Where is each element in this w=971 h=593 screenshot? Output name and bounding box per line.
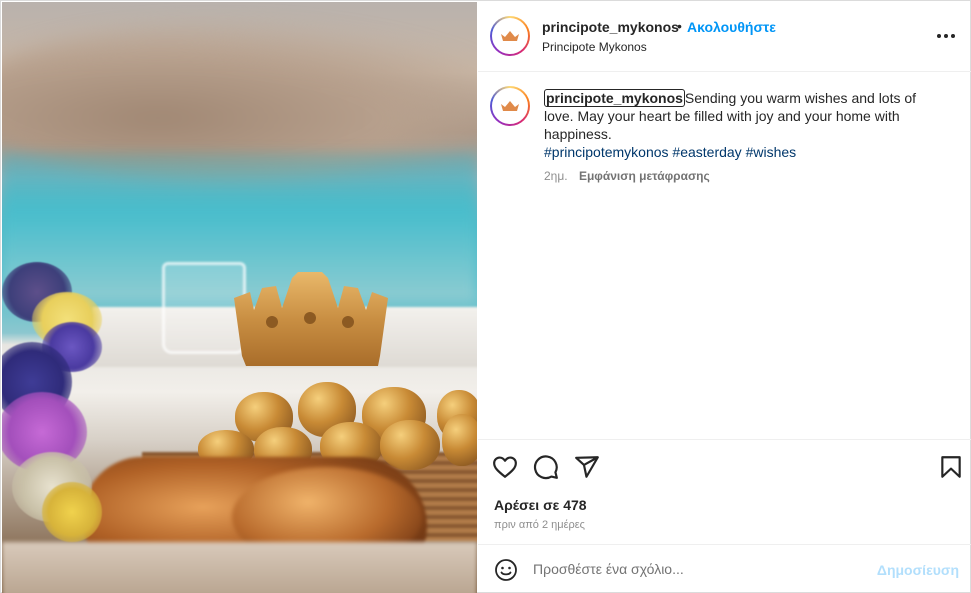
post-photo[interactable] [2,2,477,593]
location-link[interactable]: Principote Mykonos [542,40,647,54]
separator-dot: • [677,18,682,34]
hashtag-link[interactable]: #wishes [746,144,797,160]
post-date: πριν από 2 ημέρες [494,519,585,531]
avatar-inner [492,18,528,54]
avatar[interactable] [490,16,530,56]
likes-count[interactable]: Αρέσει σε 478 [494,497,587,513]
post-details-panel: principote_mykonos • Ακολουθήστε Princip… [478,2,971,593]
add-comment-bar: Δημοσίευση [478,544,971,593]
avatar-inner [492,88,528,124]
crown-logo-icon [501,31,519,41]
see-translation-button[interactable]: Εμφάνιση μετάφρασης [579,169,710,183]
publish-button[interactable]: Δημοσίευση [877,562,959,578]
follow-button[interactable]: Ακολουθήστε [687,19,776,35]
photo-flowers [2,252,122,552]
photo-easter-egg [380,420,440,470]
caption-time: 2ημ. [544,169,568,183]
share-icon[interactable] [574,454,600,480]
comment-icon[interactable] [533,454,559,480]
crown-logo-icon [501,101,519,111]
caption-meta: 2ημ. Εμφάνιση μετάφρασης [544,169,710,183]
hashtag-link[interactable]: #easterday [672,144,741,160]
caption-avatar[interactable] [490,86,530,126]
heart-icon[interactable] [492,454,518,480]
hashtags: #principotemykonos #easterday #wishes [544,144,796,160]
bookmark-icon[interactable] [938,454,964,480]
caption-username-link[interactable]: principote_mykonos [544,89,685,107]
hashtag-link[interactable]: #principotemykonos [544,144,669,160]
emoji-icon[interactable] [494,558,518,582]
caption-text-block: principote_mykonos Sending you warm wishe… [544,89,944,143]
more-options-icon[interactable] [937,28,957,44]
photo-easter-egg [442,414,477,466]
username-link[interactable]: principote_mykonos [542,19,679,35]
post-header: principote_mykonos • Ακολουθήστε Princip… [478,2,971,72]
post-actions: Αρέσει σε 478 πριν από 2 ημέρες [478,439,971,544]
instagram-post-modal: principote_mykonos • Ακολουθήστε Princip… [0,0,971,593]
comment-input[interactable] [533,559,873,579]
post-caption: principote_mykonos Sending you warm wishe… [478,72,971,439]
photo-gold-crown [234,272,388,366]
